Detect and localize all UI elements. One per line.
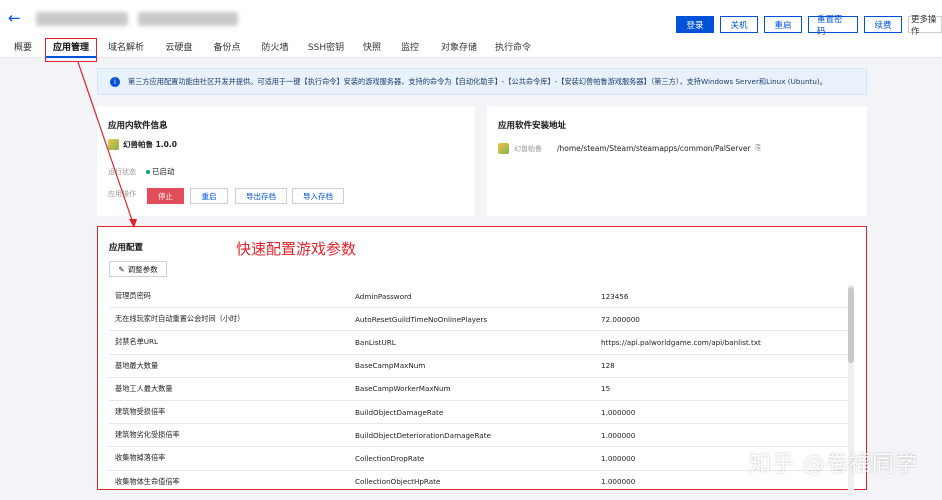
status-value: 已启动 [146,166,175,177]
ops-label: 应用操作 [108,190,136,198]
top-bar: ← 登录 关机 重启 重置密码 续费 更多操作 概要 应用管理 域名解析 云硬盘… [0,0,942,58]
param-value-cell: 123456 [601,291,629,301]
software-info-title: 应用内软件信息 [108,121,168,131]
running-dot-icon [146,170,150,174]
import-save-button[interactable]: 导入存档 [292,188,344,204]
table-row: 无在线玩家时自动重置公会时间（小时） AutoResetGuildTimeNoOn… [109,308,853,332]
param-value-cell: 1.000000 [601,477,636,487]
tab-run-command[interactable]: 执行命令 [488,40,538,58]
param-value-cell: 72.000000 [601,314,640,324]
tab-snapshot[interactable]: 快照 [354,40,390,58]
table-row: 建筑物受损倍率 BuildObjectDamageRate 1.000000 [109,401,853,425]
scrollbar-thumb[interactable] [848,287,854,363]
palworld-app-icon [108,139,119,150]
param-value-cell: 1.000000 [601,430,636,440]
reset-password-button[interactable]: 重置密码 [808,15,858,37]
param-value-cell: https://api.palworldgame.com/api/banlist… [601,337,761,347]
table-row: 基地工人最大数量 BaseCampWorkerMaxNum 15 [109,378,853,401]
param-key-cell: CollectionObjectHpRate [355,477,441,487]
login-button[interactable]: 登录 [676,16,714,33]
app-name-row: 幻兽帕鲁 1.0.0 [108,139,177,150]
param-label-cell: 管理员密码 [115,291,151,301]
table-row: 封禁名单URL BanListURL https://api.palworldgam… [109,331,853,355]
param-key-cell: AutoResetGuildTimeNoOnlinePlayers [355,314,488,324]
app-name: 幻兽帕鲁 1.0.0 [123,140,177,149]
software-info-card: 应用内软件信息 幻兽帕鲁 1.0.0 运行状态 已启动 应用操作 停止 重启 导… [97,106,475,216]
table-row: 收集物掉落倍率 CollectionDropRate 1.000000 [109,447,853,471]
install-path-title: 应用软件安装地址 [498,121,567,131]
param-value-cell: 1.000000 [601,407,636,417]
param-key-cell: BuildObjectDamageRate [355,407,444,417]
notice-banner: i 第三方应用配置功能由社区开发并提供。可适用于一键【执行命令】安装的游戏服务器… [97,68,867,95]
install-path-value: /home/steam/Steam/steamapps/common/PalSe… [557,144,751,153]
param-key-cell: BaseCampWorkerMaxNum [355,384,451,394]
adjust-params-label: 调整参数 [127,264,158,274]
install-path-row: 幻兽帕鲁 /home/steam/Steam/steamapps/common/… [498,143,761,154]
copy-icon[interactable]: ⎘ [756,144,762,153]
restart-button[interactable]: 重启 [764,16,802,33]
param-label-cell: 基地工人最大数量 [115,383,173,393]
param-value-cell: 128 [601,361,615,371]
param-key-cell: BuildObjectDeteriorationDamageRate [355,430,491,440]
instance-name-blurred [36,12,128,26]
tab-monitor[interactable]: 监控 [390,40,430,58]
header-actions: 登录 关机 重启 重置密码 续费 更多操作 [676,15,942,37]
status-label: 运行状态 [108,168,136,176]
param-label-cell: 建筑物受损倍率 [115,407,166,417]
config-table: 管理员密码 AdminPassword 123456 无在线玩家时自动重置公会时间（小… [109,285,853,494]
table-row: 管理员密码 AdminPassword 123456 [109,285,853,309]
more-actions-button[interactable]: 更多操作 [908,15,942,37]
tab-backup[interactable]: 备份点 [202,40,252,58]
renew-button[interactable]: 续费 [864,16,902,33]
param-label-cell: 无在线玩家时自动重置公会时间（小时） [115,314,245,324]
instance-id-blurred [138,12,238,26]
param-label-cell: 收集物掉落倍率 [115,453,166,463]
param-key-cell: BanListURL [355,337,396,347]
tab-dns[interactable]: 域名解析 [96,40,156,58]
notice-text: 第三方应用配置功能由社区开发并提供。可适用于一键【执行命令】安装的游戏服务器，支… [128,76,827,86]
app-restart-button[interactable]: 重启 [190,188,228,204]
param-key-cell: AdminPassword [355,291,412,301]
config-annotation: 快速配置游戏参数 [236,240,357,258]
tab-cloud-disk[interactable]: 云硬盘 [156,40,202,58]
param-key-cell: CollectionDropRate [355,453,425,463]
stop-button[interactable]: 停止 [147,188,184,204]
param-label-cell: 收集物体生命值倍率 [115,476,180,486]
install-path-card: 应用软件安装地址 幻兽帕鲁 /home/steam/Steam/steamapp… [487,106,867,216]
param-label-cell: 基地最大数量 [115,360,159,370]
table-row: 建筑物劣化受损倍率 BuildObjectDeteriorationDamageR… [109,424,853,448]
config-title: 应用配置 [109,243,144,253]
status-text: 已启动 [152,167,175,176]
param-value-cell: 15 [601,384,611,394]
shutdown-button[interactable]: 关机 [720,16,758,33]
arrow-left-icon[interactable]: ← [8,9,21,27]
tab-overview[interactable]: 概要 [0,40,46,58]
tab-highlight-box [45,38,97,62]
table-row: 基地最大数量 BaseCampMaxNum 128 [109,355,853,378]
param-key-cell: BaseCampMaxNum [355,361,426,371]
export-save-button[interactable]: 导出存档 [235,188,287,204]
tab-ssh-key[interactable]: SSH密钥 [298,40,354,58]
param-label-cell: 封禁名单URL [115,337,159,347]
param-label-cell: 建筑物劣化受损倍率 [115,430,180,440]
tab-object-storage[interactable]: 对象存储 [430,40,488,58]
info-icon: i [110,76,120,87]
edit-icon: ✎ [118,264,125,274]
watermark-text: 知乎 @卷福同学 [749,452,918,477]
palworld-app-icon-small [498,143,509,154]
adjust-params-button[interactable]: ✎ 调整参数 [109,261,167,277]
tab-firewall[interactable]: 防火墙 [252,40,298,58]
install-app-label: 幻兽帕鲁 [514,144,542,153]
table-row: 收集物体生命值倍率 CollectionObjectHpRate 1.000000 [109,471,853,494]
